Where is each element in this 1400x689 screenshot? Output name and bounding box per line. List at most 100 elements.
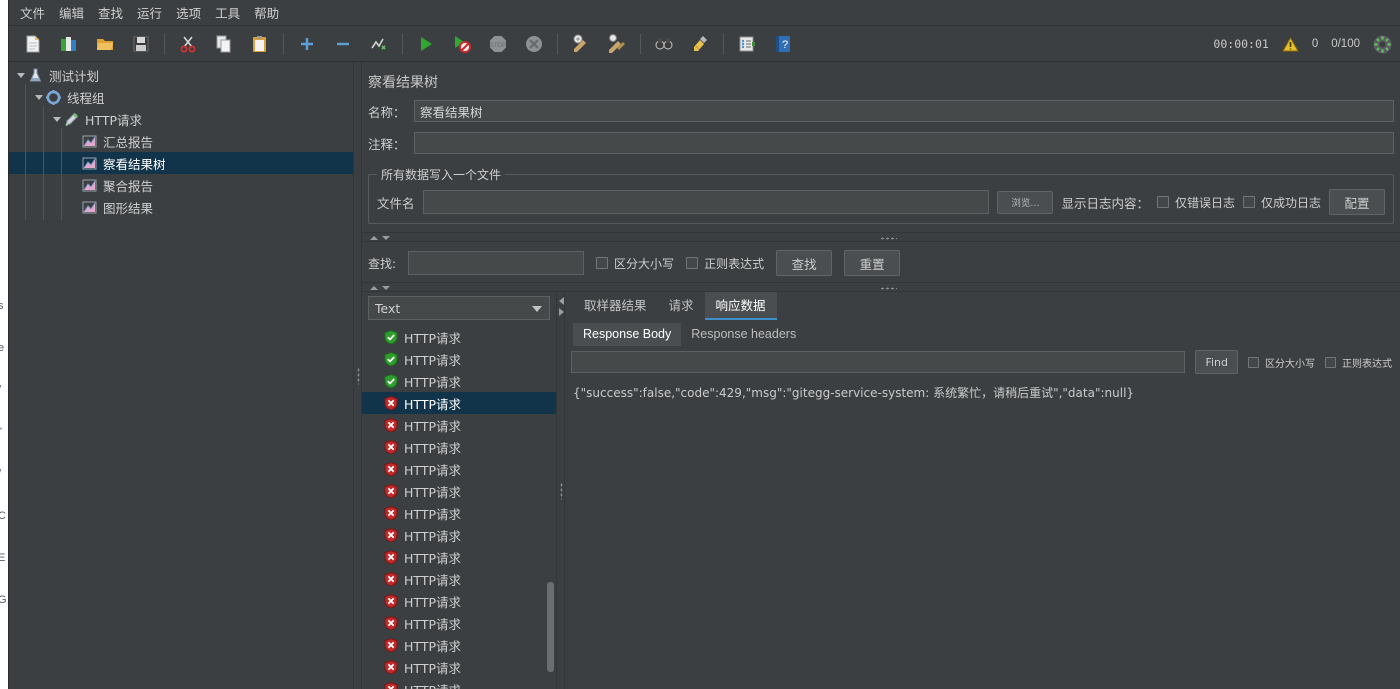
result-item-label: HTTP请求 — [404, 680, 461, 689]
tree-expander-icon[interactable] — [51, 113, 63, 125]
toolbar-open[interactable] — [91, 30, 119, 58]
result-list[interactable]: HTTP请求 HTTP请求 HTTP请求 HTTP请求 HTTP请求 HTTP请求 HTTP… — [362, 326, 556, 689]
response-find-button[interactable]: Find — [1195, 350, 1238, 374]
errors-only-checkbox[interactable]: 仅错误日志 — [1156, 194, 1235, 211]
tree-node-label: 图形结果 — [103, 200, 154, 216]
result-item-label: HTTP请求 — [404, 352, 461, 368]
menu-file[interactable]: 文件 — [13, 0, 52, 25]
response-case-sensitive-checkbox[interactable]: 区分大小写 — [1248, 355, 1315, 370]
tree-expander-icon[interactable] — [15, 69, 27, 81]
error-shield-icon — [384, 440, 398, 455]
error-shield-icon — [384, 396, 398, 411]
result-list-item[interactable]: HTTP请求 — [362, 436, 556, 458]
toolbar-new[interactable] — [19, 30, 47, 58]
test-plan-tree[interactable]: 测试计划 线程组 HTTP请求 汇总报告 察看结果树 聚合报告 图形结果 — [9, 62, 353, 689]
lower-horizontal-splitter[interactable] — [362, 282, 1400, 292]
menu-run[interactable]: 运行 — [130, 0, 169, 25]
toolbar-toggle[interactable] — [365, 30, 393, 58]
result-list-item[interactable]: HTTP请求 — [362, 502, 556, 524]
listener-icon — [81, 133, 98, 150]
result-list-item[interactable]: HTTP请求 — [362, 326, 556, 348]
response-tab[interactable]: 响应数据 — [704, 292, 777, 320]
toolbar-cut[interactable] — [174, 30, 202, 58]
toolbar-reset-search[interactable] — [686, 30, 714, 58]
response-regex-checkbox[interactable]: 正则表达式 — [1325, 355, 1392, 370]
filename-input[interactable] — [422, 190, 990, 214]
menu-edit[interactable]: 编辑 — [52, 0, 91, 25]
result-list-item[interactable]: HTTP请求 — [362, 546, 556, 568]
toolbar-copy[interactable] — [210, 30, 238, 58]
result-list-item[interactable]: HTTP请求 — [362, 678, 556, 689]
splitter-down-arrow-icon[interactable] — [382, 236, 390, 240]
svg-text:STOP: STOP — [490, 43, 506, 49]
tree-node-test-plan[interactable]: 测试计划 — [9, 64, 353, 86]
tree-expander-icon[interactable] — [33, 91, 45, 103]
find-button[interactable]: 查找 — [776, 250, 833, 276]
toolbar-help[interactable]: ? — [769, 30, 797, 58]
result-list-item[interactable]: HTTP请求 — [362, 590, 556, 612]
result-list-item[interactable]: HTTP请求 — [362, 414, 556, 436]
warning-triangle-icon[interactable] — [1281, 36, 1299, 52]
result-list-item[interactable]: HTTP请求 — [362, 370, 556, 392]
checkbox-box-icon — [1156, 196, 1169, 208]
comment-input[interactable] — [414, 132, 1394, 154]
upper-horizontal-splitter[interactable] — [362, 232, 1400, 242]
menu-help[interactable]: 帮助 — [247, 0, 286, 25]
renderer-select[interactable]: Text — [368, 296, 550, 320]
search-regex-checkbox[interactable]: 正则表达式 — [686, 255, 764, 272]
response-find-input[interactable] — [571, 351, 1186, 373]
toolbar-log-viewer[interactable] — [733, 30, 761, 58]
result-list-item[interactable]: HTTP请求 — [362, 524, 556, 546]
remote-connection-icon[interactable] — [1373, 35, 1392, 54]
result-list-scrollbar[interactable] — [547, 582, 554, 672]
toolbar-templates[interactable] — [55, 30, 83, 58]
toolbar-start-no-pauses[interactable] — [448, 30, 476, 58]
splitter-down-arrow-icon[interactable] — [382, 286, 390, 290]
result-list-item[interactable]: HTTP请求 — [362, 656, 556, 678]
error-shield-icon — [384, 506, 398, 521]
browse-button[interactable]: 浏览... — [997, 190, 1054, 214]
result-list-item[interactable]: HTTP请求 — [362, 568, 556, 590]
toolbar-clear[interactable] — [567, 30, 595, 58]
tree-node-thread-group[interactable]: 线程组 — [9, 86, 353, 108]
response-subtab[interactable]: Response Body — [573, 323, 682, 346]
menu-tools[interactable]: 工具 — [208, 0, 247, 25]
tree-node-http-request[interactable]: HTTP请求 — [9, 108, 353, 130]
result-list-item[interactable]: HTTP请求 — [362, 458, 556, 480]
toolbar-paste[interactable] — [246, 30, 274, 58]
response-subtab[interactable]: Response headers — [681, 323, 806, 346]
result-list-item[interactable]: HTTP请求 — [362, 392, 556, 414]
search-case-sensitive-label: 区分大小写 — [614, 256, 675, 271]
toolbar-save[interactable] — [127, 30, 155, 58]
splitter-up-arrow-icon[interactable] — [370, 286, 378, 290]
toolbar-clear-all[interactable] — [603, 30, 631, 58]
background-text: e — [0, 342, 5, 354]
result-list-item[interactable]: HTTP请求 — [362, 348, 556, 370]
result-item-label: HTTP请求 — [404, 484, 461, 500]
splitter-up-arrow-icon[interactable] — [370, 236, 378, 240]
search-case-sensitive-checkbox[interactable]: 区分大小写 — [596, 255, 674, 272]
menu-options[interactable]: 选项 — [169, 0, 208, 25]
result-list-item[interactable]: HTTP请求 — [362, 612, 556, 634]
configure-button[interactable]: 配置 — [1329, 189, 1385, 215]
splitter-right-arrow-icon[interactable] — [559, 308, 564, 316]
splitter-left-arrow-icon[interactable] — [559, 297, 564, 305]
tree-panel-splitter[interactable] — [353, 62, 362, 689]
result-detail-splitter[interactable] — [556, 292, 565, 689]
result-list-item[interactable]: HTTP请求 — [362, 480, 556, 502]
toolbar-search[interactable] — [650, 30, 678, 58]
menu-search[interactable]: 查找 — [91, 0, 130, 25]
response-tab[interactable]: 取样器结果 — [573, 292, 658, 320]
name-input[interactable] — [414, 100, 1394, 122]
toolbar-shutdown[interactable] — [520, 30, 548, 58]
success-only-checkbox[interactable]: 仅成功日志 — [1242, 194, 1321, 211]
toolbar-expand-all[interactable] — [293, 30, 321, 58]
result-list-item[interactable]: HTTP请求 — [362, 634, 556, 656]
toolbar-collapse-all[interactable] — [329, 30, 357, 58]
response-tab[interactable]: 请求 — [658, 292, 705, 320]
toolbar-start[interactable] — [412, 30, 440, 58]
splitter-grip-icon — [880, 287, 897, 290]
toolbar-stop[interactable]: STOP — [484, 30, 512, 58]
search-input[interactable] — [408, 251, 585, 275]
reset-button[interactable]: 重置 — [844, 250, 901, 276]
